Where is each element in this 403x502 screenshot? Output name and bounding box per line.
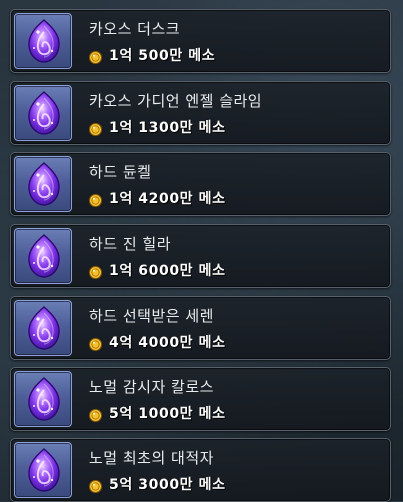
list-item[interactable]: 하드 듄켈 1억 4200만 메소 (10, 152, 391, 216)
list-item[interactable]: 카오스 더스크 1억 500만 메소 (10, 9, 391, 73)
item-name: 카오스 더스크 (89, 20, 181, 38)
list-item[interactable]: 하드 선택받은 세렌 4억 4000만 메소 (10, 296, 391, 360)
item-price: 5억 1000만 메소 (89, 404, 226, 422)
meso-coin-icon (89, 336, 102, 351)
item-price-value: 1억 1300만 메소 (109, 120, 226, 136)
item-icon-slot[interactable] (14, 85, 72, 141)
item-price-value: 5억 1000만 메소 (109, 406, 226, 422)
item-name: 카오스 가디언 엔젤 슬라임 (89, 92, 263, 110)
list-item[interactable]: 카오스 가디언 엔젤 슬라임 1억 1300만 메소 (10, 81, 391, 145)
item-price: 1억 6000만 메소 (89, 261, 226, 279)
item-icon-slot[interactable] (14, 442, 72, 498)
item-icon-slot[interactable] (14, 156, 72, 212)
item-icon-slot[interactable] (14, 300, 72, 356)
item-price-value: 4억 4000만 메소 (109, 335, 226, 351)
meso-coin-icon (89, 121, 102, 136)
meso-coin-icon (89, 264, 102, 279)
list-item[interactable]: 노멀 최초의 대적자 5억 3000만 메소 (10, 438, 391, 502)
boss-crystal-price-list: 카오스 더스크 1억 500만 메소카오스 가디언 엔젤 슬라임 1억 1300만 … (0, 0, 403, 502)
item-icon-slot[interactable] (14, 371, 72, 427)
item-icon-slot[interactable] (14, 228, 72, 284)
item-name: 하드 선택받은 세렌 (89, 307, 214, 325)
item-name: 노멀 감시자 칼로스 (89, 378, 214, 396)
item-price: 1억 4200만 메소 (89, 189, 226, 207)
item-price-value: 1억 500만 메소 (109, 48, 216, 64)
item-icon-slot[interactable] (14, 13, 72, 69)
meso-coin-icon (89, 407, 102, 422)
item-price: 4억 4000만 메소 (89, 333, 226, 351)
item-price-value: 5억 3000만 메소 (109, 477, 226, 493)
item-name: 하드 듄켈 (89, 163, 152, 181)
list-item[interactable]: 노멀 감시자 칼로스 5억 1000만 메소 (10, 367, 391, 431)
meso-coin-icon (89, 49, 102, 64)
list-item[interactable]: 하드 진 힐라 1억 6000만 메소 (10, 224, 391, 288)
item-price: 1억 500만 메소 (89, 46, 215, 64)
item-price: 1억 1300만 메소 (89, 118, 226, 136)
item-price-value: 1억 6000만 메소 (109, 263, 226, 279)
item-name: 하드 진 힐라 (89, 235, 172, 253)
item-price-value: 1억 4200만 메소 (109, 191, 226, 207)
item-price: 5억 3000만 메소 (89, 475, 226, 493)
meso-coin-icon (89, 478, 102, 493)
item-name: 노멀 최초의 대적자 (89, 449, 214, 467)
meso-coin-icon (89, 192, 102, 207)
